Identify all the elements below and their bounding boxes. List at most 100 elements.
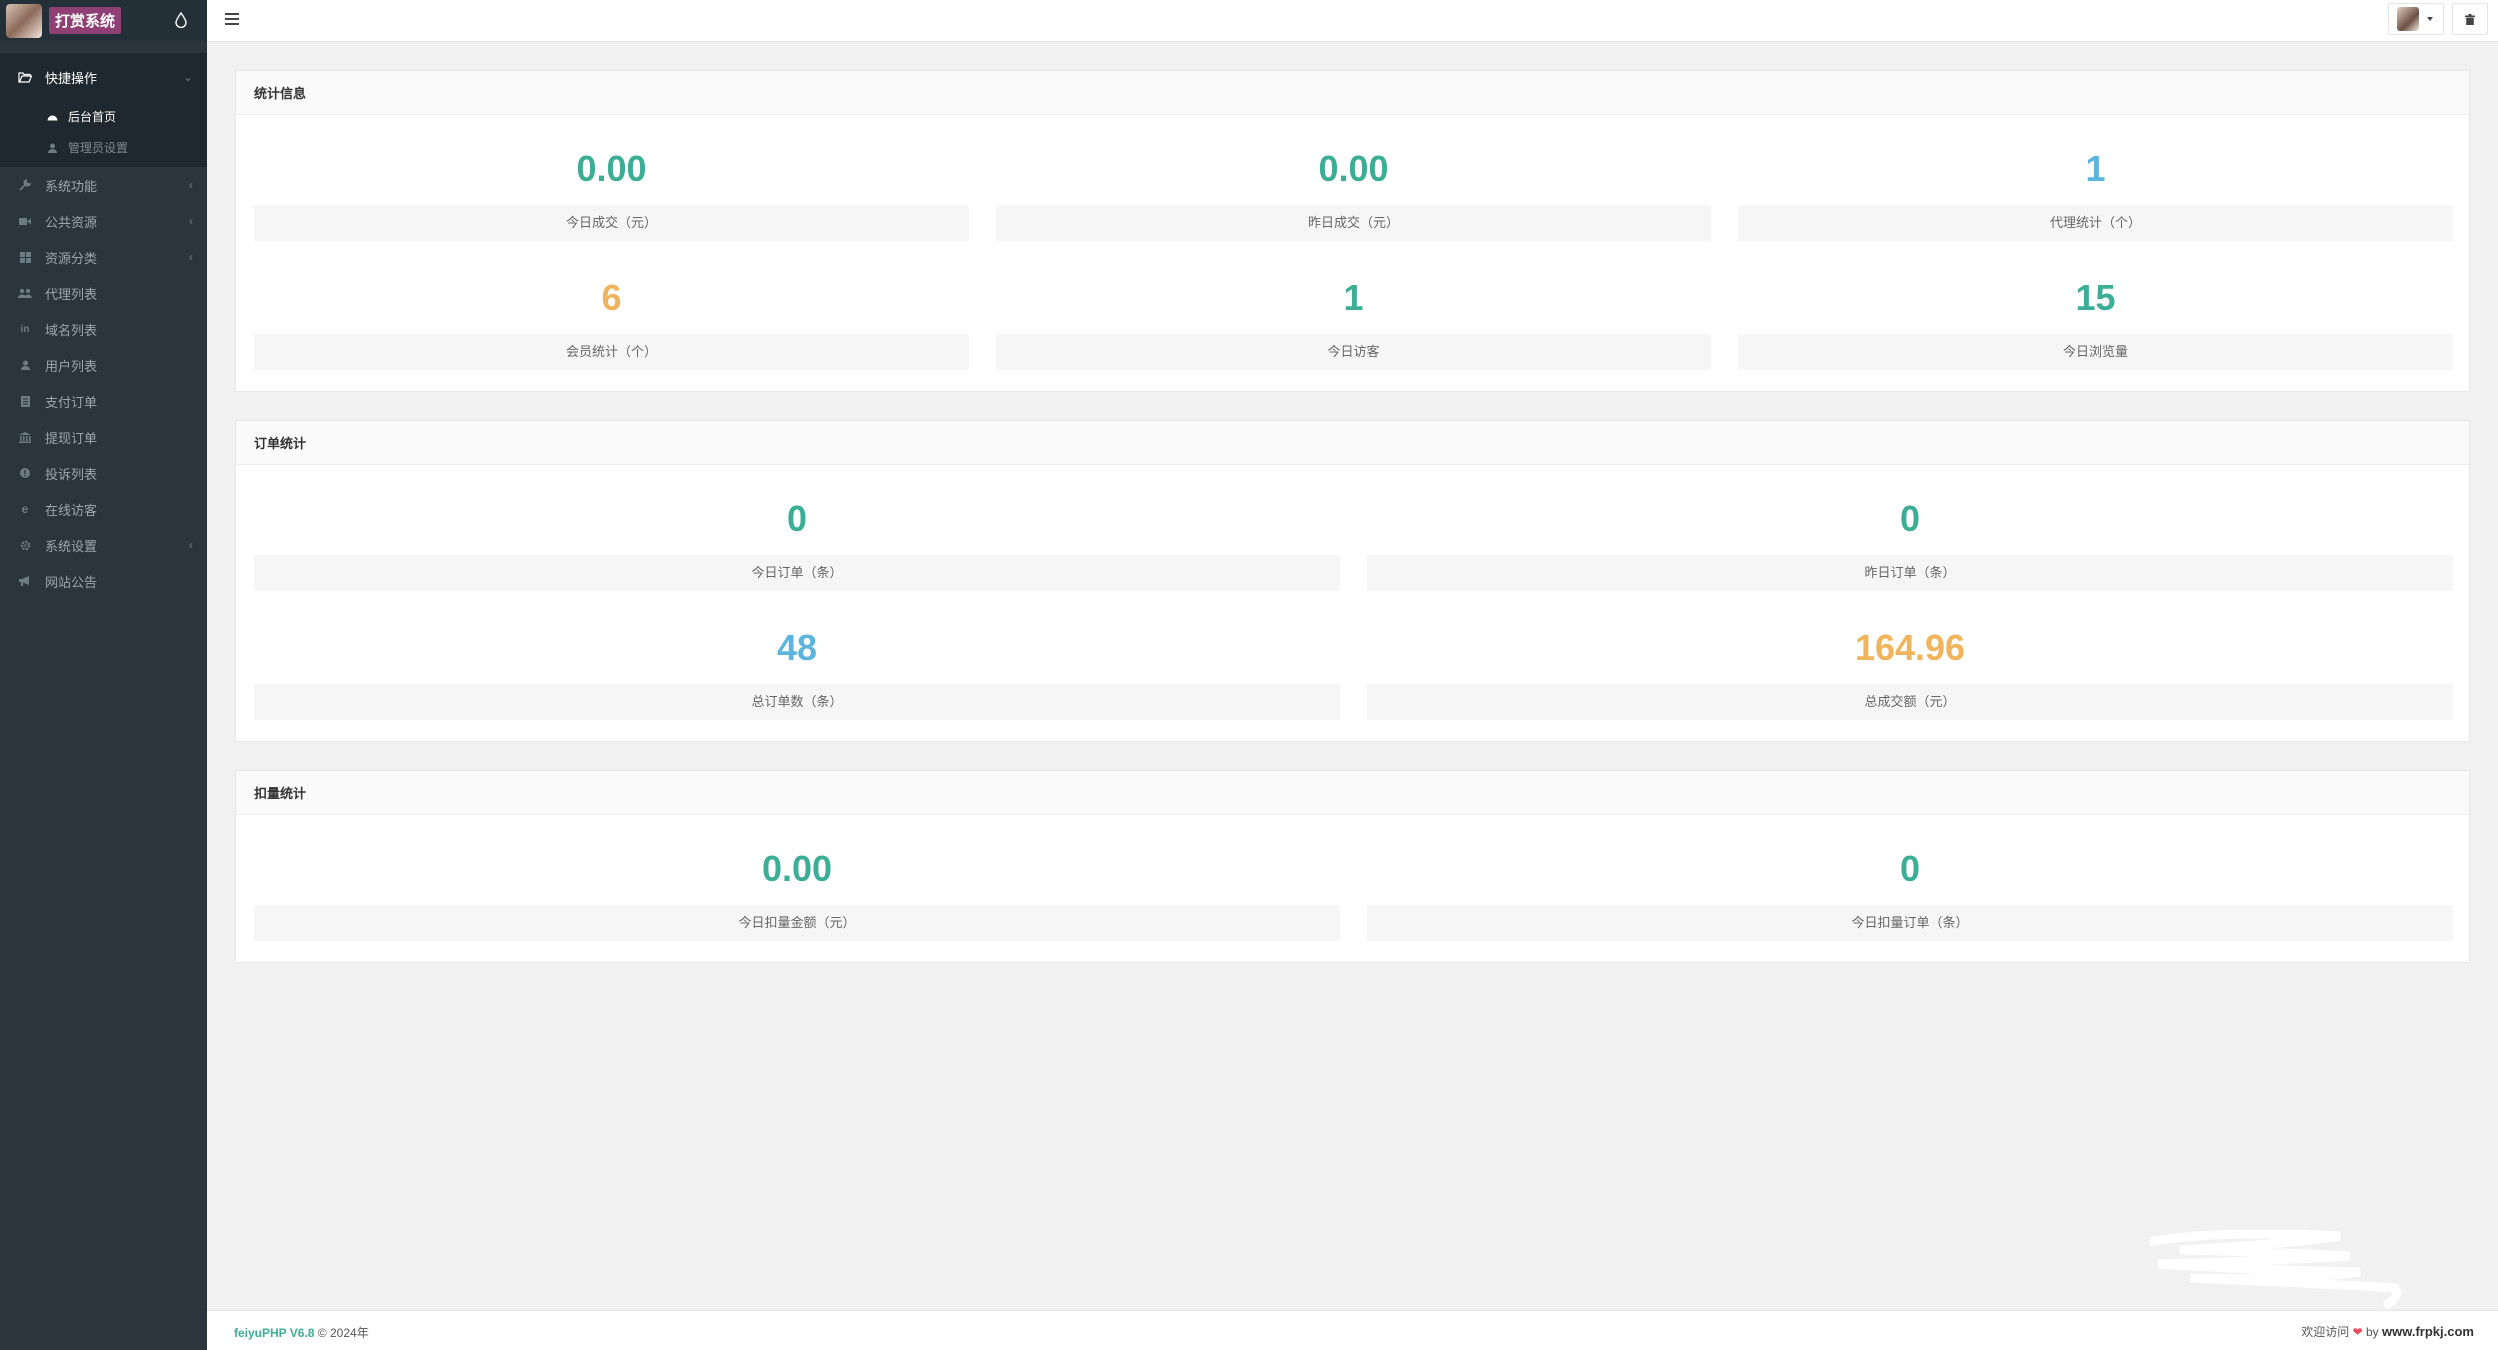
sidebar-item-label: 系统设置	[45, 538, 98, 554]
sidebar-item-public-resources[interactable]: 公共资源 ‹	[0, 203, 207, 239]
caret-down-icon	[2427, 17, 2433, 21]
brand-avatar	[6, 3, 42, 38]
stat-value: 0	[1899, 498, 1921, 539]
stat-today-pageviews: 15 今日浏览量	[1738, 270, 2453, 370]
sidebar-item-label: 支付订单	[45, 394, 98, 410]
panel-deduct: 扣量统计 0.00 今日扣量金额（元） 0 今日扣量订单（条）	[235, 770, 2470, 963]
stat-value: 164.96	[1854, 627, 1966, 668]
sidebar-item-label: 资源分类	[45, 250, 98, 266]
trash-icon	[2465, 13, 2475, 25]
stat-label: 今日成交（元）	[254, 205, 969, 241]
stat-label: 总订单数（条）	[254, 684, 1340, 720]
stat-value: 0	[786, 498, 808, 539]
stat-value: 48	[776, 627, 818, 668]
bank-icon	[18, 430, 32, 444]
stat-total-orders: 48 总订单数（条）	[254, 620, 1340, 720]
stat-value: 15	[2075, 277, 2116, 318]
stat-value: 0	[1899, 848, 1921, 889]
stat-yesterday-sales: 0.00 昨日成交（元）	[996, 141, 1711, 241]
stat-label: 昨日订单（条）	[1367, 555, 2453, 591]
footer: feiyuPHP V6.8 © 2024年 欢迎访问 ❤ by www.frpk…	[207, 1310, 2498, 1350]
footer-version[interactable]: feiyuPHP V6.8	[234, 1326, 314, 1340]
stat-value: 0.00	[1318, 148, 1389, 189]
footer-welcome: 欢迎访问	[2301, 1325, 2350, 1339]
stat-label: 今日扣量订单（条）	[1367, 905, 2453, 941]
chevron-down-icon: ⌄	[182, 70, 193, 84]
sidebar-item-user-list[interactable]: 用户列表	[0, 347, 207, 383]
sidebar-item-system-settings[interactable]: 系统设置 ‹	[0, 527, 207, 563]
stat-label: 今日订单（条）	[254, 555, 1340, 591]
video-icon	[18, 214, 32, 228]
redaction-scribble	[2150, 1230, 2401, 1309]
users-icon	[18, 286, 32, 300]
stat-value: 1	[2085, 148, 2106, 189]
megaphone-icon	[18, 574, 32, 588]
sidebar-menu: 快捷操作 ⌄ 后台首页 管理员设置 系统功能 ‹ 公共资源 ‹ 资源分类 ‹ 代…	[0, 53, 207, 599]
chevron-left-icon: ‹	[189, 178, 193, 192]
sidebar-item-label: 投诉列表	[45, 466, 98, 482]
chevron-left-icon: ‹	[189, 214, 193, 228]
clear-cache-button[interactable]	[2452, 3, 2488, 35]
sidebar-item-payment-orders[interactable]: 支付订单	[0, 383, 207, 419]
chevron-left-icon: ‹	[189, 250, 193, 264]
dashboard-icon	[46, 112, 58, 121]
stat-yesterday-orders: 0 昨日订单（条）	[1367, 491, 2453, 591]
footer-copyright: feiyuPHP V6.8 © 2024年	[234, 1324, 369, 1341]
stat-today-deduct-orders: 0 今日扣量订单（条）	[1367, 841, 2453, 941]
stat-label: 会员统计（个）	[254, 334, 969, 370]
linkedin-icon: in	[20, 323, 30, 335]
sidebar-item-label: 网站公告	[45, 574, 98, 590]
sidebar-item-label: 提现订单	[45, 430, 98, 446]
sidebar-item-withdraw-orders[interactable]: 提现订单	[0, 419, 207, 455]
sidebar-item-label: 域名列表	[45, 322, 98, 338]
panel-title: 扣量统计	[236, 771, 2469, 815]
sidebar-item-announcements[interactable]: 网站公告	[0, 563, 207, 599]
hamburger-menu-icon[interactable]	[225, 13, 239, 27]
stat-label: 今日访客	[996, 334, 1711, 370]
sidebar-item-system-functions[interactable]: 系统功能 ‹	[0, 167, 207, 203]
sidebar-subitem-admin[interactable]: 管理员设置	[0, 132, 207, 167]
sidebar-item-resource-category[interactable]: 资源分类 ‹	[0, 239, 207, 275]
stat-value: 0.00	[576, 148, 647, 189]
alert-icon	[18, 466, 32, 480]
sidebar-item-domain-list[interactable]: in 域名列表	[0, 311, 207, 347]
user-icon	[46, 143, 58, 153]
drop-icon[interactable]	[175, 12, 187, 28]
heart-icon: ❤	[2352, 1325, 2363, 1339]
sidebar-item-online-visitors[interactable]: e 在线访客	[0, 491, 207, 527]
document-icon	[18, 394, 32, 408]
sidebar-item-label: 代理列表	[45, 286, 98, 302]
chevron-left-icon: ‹	[189, 538, 193, 552]
stat-value: 6	[601, 277, 622, 318]
stat-value: 0.00	[761, 848, 833, 889]
brand-title: 打赏系统	[49, 7, 122, 34]
user-icon	[18, 358, 32, 372]
user-menu-button[interactable]	[2388, 3, 2444, 35]
folder-open-icon	[18, 70, 32, 84]
sidebar-item-agent-list[interactable]: 代理列表	[0, 275, 207, 311]
sidebar-subitem-dashboard[interactable]: 后台首页	[0, 101, 207, 132]
stat-today-orders: 0 今日订单（条）	[254, 491, 1340, 591]
grid-icon	[18, 250, 32, 264]
stat-member-count: 6 会员统计（个）	[254, 270, 969, 370]
stat-today-sales: 0.00 今日成交（元）	[254, 141, 969, 241]
sidebar-item-label: 公共资源	[45, 214, 98, 230]
stat-label: 总成交额（元）	[1367, 684, 2453, 720]
footer-copyright-text: © 2024年	[317, 1326, 369, 1340]
sidebar-item-label: 用户列表	[45, 358, 98, 374]
stat-agent-count: 1 代理统计（个）	[1738, 141, 2453, 241]
stat-today-deduct-amount: 0.00 今日扣量金额（元）	[254, 841, 1340, 941]
footer-credit: 欢迎访问 ❤ by www.frpkj.com	[2301, 1323, 2474, 1340]
footer-site-link[interactable]: www.frpkj.com	[2382, 1324, 2474, 1339]
panel-orders: 订单统计 0 今日订单（条） 0 昨日订单（条） 48 总订单数（条） 164.…	[235, 420, 2470, 742]
panel-title: 统计信息	[236, 71, 2469, 115]
stat-today-visitors: 1 今日访客	[996, 270, 1711, 370]
footer-by: by	[2365, 1325, 2379, 1339]
stat-label: 今日扣量金额（元）	[254, 905, 1340, 941]
user-avatar	[2397, 7, 2419, 31]
brand-bar: 打赏系统	[0, 0, 207, 41]
wrench-icon	[18, 178, 32, 192]
sidebar-subitem-label: 管理员设置	[68, 141, 129, 155]
sidebar-item-quick[interactable]: 快捷操作 ⌄	[0, 53, 207, 101]
sidebar-item-complaints[interactable]: 投诉列表	[0, 455, 207, 491]
